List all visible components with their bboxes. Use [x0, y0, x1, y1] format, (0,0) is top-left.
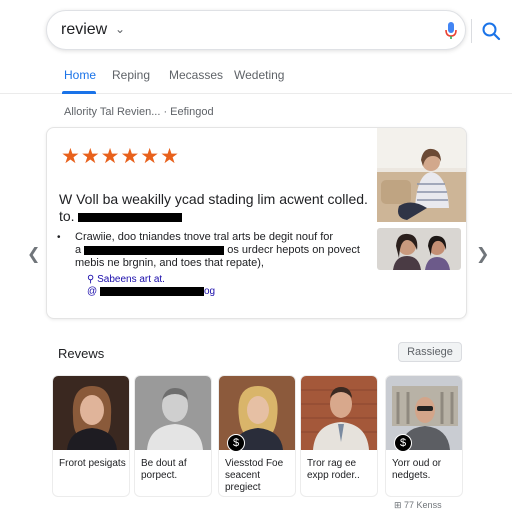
- person-photo: [301, 376, 377, 450]
- bullet-icon: •: [57, 232, 61, 243]
- search-bar[interactable]: review ⌄: [46, 10, 501, 50]
- source-url-suffix[interactable]: og: [204, 286, 215, 297]
- source-link-text[interactable]: Sabeens art at.: [97, 274, 165, 285]
- search-icon[interactable]: [481, 21, 501, 41]
- body-line-2-start: a: [75, 244, 82, 256]
- chevron-left-icon[interactable]: ❮: [27, 244, 40, 264]
- person-caption: Tror rag ee expp roder..: [307, 458, 360, 481]
- redacted-text: [78, 212, 183, 222]
- link-icon: ⚲: [87, 274, 95, 285]
- body-line-2-end: os urdecr hepots on povect: [227, 244, 360, 256]
- review-photo-secondary[interactable]: [377, 228, 461, 270]
- person-caption: Frorot pesigats: [59, 458, 126, 469]
- person-caption: Yorr oud or nedgets.: [392, 458, 442, 481]
- person-caption: Be dout af porpect.: [141, 458, 187, 481]
- review-photo-main[interactable]: [377, 128, 467, 222]
- source-url[interactable]: @ og: [87, 286, 215, 297]
- active-tab-indicator: [62, 91, 96, 94]
- chevron-right-icon[interactable]: ❯: [476, 244, 489, 264]
- person-card[interactable]: Tror rag ee expp roder..: [300, 375, 378, 497]
- star-rating: ★★★★★★: [61, 145, 180, 168]
- tab-home[interactable]: Home: [64, 68, 96, 82]
- reviews-action-button[interactable]: Rassiege: [398, 342, 462, 362]
- person-card[interactable]: Be dout af porpect.: [134, 375, 212, 497]
- person-card[interactable]: Frorot pesigats: [52, 375, 130, 497]
- tab-mecasses[interactable]: Mecasses: [169, 68, 223, 82]
- dollar-badge-icon: $: [394, 434, 412, 452]
- chevron-down-icon[interactable]: ⌄: [115, 22, 125, 36]
- review-card[interactable]: ★★★★★★ W Voll ba weakilly ycad stading l…: [46, 127, 467, 319]
- footer-note: ⊞ 77 Kenss: [394, 500, 442, 510]
- breadcrumb[interactable]: Allority Tal Revien... · Eefingod: [64, 106, 214, 118]
- reviews-heading: Revews: [58, 346, 105, 361]
- headline-line-1: W Voll ba weakilly ycad stading lim acwe…: [59, 191, 368, 207]
- tab-reping[interactable]: Reping: [112, 68, 150, 82]
- tab-wedeting[interactable]: Wedeting: [234, 68, 284, 82]
- search-input[interactable]: review: [61, 21, 107, 39]
- at-icon: @: [87, 286, 98, 297]
- search-divider: [471, 19, 472, 43]
- person-caption: Viesstod Foe seacent pregiect: [225, 458, 284, 493]
- headline-line-2: to.: [59, 208, 75, 224]
- tab-bar: Home Reping Mecasses Wedeting: [0, 60, 512, 94]
- person-card[interactable]: $ Viesstod Foe seacent pregiect: [218, 375, 296, 497]
- redacted-text: [84, 245, 225, 255]
- review-body: Crawiie, doo tniandes tnove tral arts be…: [75, 231, 375, 270]
- review-headline: W Voll ba weakilly ycad stading lim acwe…: [59, 191, 377, 225]
- mic-icon[interactable]: [443, 21, 459, 41]
- dollar-badge-icon: $: [227, 434, 245, 452]
- body-line-1: Crawiie, doo tniandes tnove tral arts be…: [75, 231, 334, 243]
- person-photo: [53, 376, 129, 450]
- body-line-3: mebis ne brgnin, and toes that repate),: [75, 257, 264, 269]
- source-link[interactable]: ⚲ Sabeens art at.: [87, 274, 165, 285]
- person-photo: [135, 376, 211, 450]
- redacted-url: [99, 286, 204, 296]
- person-card[interactable]: $ Yorr oud or nedgets.: [385, 375, 463, 497]
